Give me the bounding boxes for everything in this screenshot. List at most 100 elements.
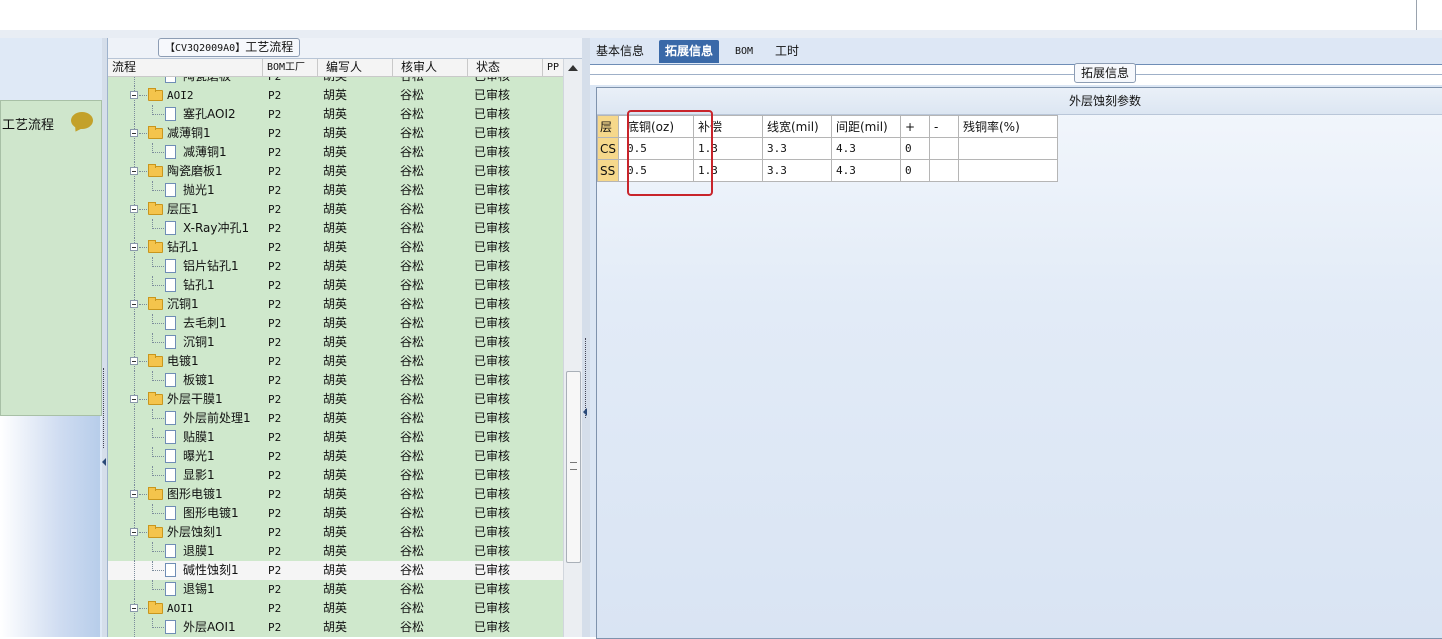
tree-row[interactable]: 钻孔1 P2 胡英 谷松 已审核	[108, 276, 563, 295]
tree-node[interactable]: 外层AOI1	[108, 618, 263, 637]
tree-row[interactable]: 电镀1 P2 胡英 谷松 已审核	[108, 352, 563, 371]
column-header-writer[interactable]: 编写人	[318, 59, 393, 76]
tree-row[interactable]: 外层前处理1 P2 胡英 谷松 已审核	[108, 409, 563, 428]
tree-row[interactable]: 去毛刺1 P2 胡英 谷松 已审核	[108, 314, 563, 333]
right-splitter[interactable]	[582, 38, 590, 637]
tree-node[interactable]: 显影1	[108, 466, 263, 485]
tree-node[interactable]: 减薄铜1	[108, 124, 263, 143]
tree-node[interactable]: 沉铜1	[108, 333, 263, 352]
cell-plus[interactable]: 0	[900, 159, 930, 182]
tree-node[interactable]: 退膜1	[108, 542, 263, 561]
tree-row[interactable]: 抛光1 P2 胡英 谷松 已审核	[108, 181, 563, 200]
tree-node[interactable]: 陶瓷磨板	[108, 77, 263, 86]
tree-node[interactable]: 碱性蚀刻1	[108, 561, 263, 580]
tree-scrollbar[interactable]	[563, 59, 582, 637]
tree-node[interactable]: 外层前处理1	[108, 409, 263, 428]
tree-row[interactable]: AOI1 P2 胡英 谷松 已审核	[108, 599, 563, 618]
tree-node[interactable]: AOI1	[108, 599, 263, 618]
tree-row[interactable]: 减薄铜1 P2 胡英 谷松 已审核	[108, 124, 563, 143]
tree-node[interactable]: 层压1	[108, 200, 263, 219]
scrollbar-thumb[interactable]	[566, 371, 581, 563]
tree-node[interactable]: 去毛刺1	[108, 314, 263, 333]
tree-node[interactable]: 钻孔1	[108, 238, 263, 257]
tree-row[interactable]: 退锡1 P2 胡英 谷松 已审核	[108, 580, 563, 599]
column-header-pp[interactable]: PP	[543, 59, 563, 76]
tree-node[interactable]: 退锡1	[108, 580, 263, 599]
collapse-toggle-icon[interactable]	[130, 395, 138, 403]
tab-work-hours[interactable]: 工时	[769, 40, 805, 63]
scroll-up-arrow-icon[interactable]	[568, 65, 578, 71]
tab-basic-info[interactable]: 基本信息	[590, 40, 650, 63]
splitter-grip[interactable]	[585, 338, 588, 418]
tree-row[interactable]: 碱性蚀刻1 P2 胡英 谷松 已审核	[108, 561, 563, 580]
tree-node[interactable]: 铝片钻孔1	[108, 257, 263, 276]
tree-node[interactable]: 图形电镀1	[108, 504, 263, 523]
column-header-bom-factory[interactable]: BOM工厂	[263, 59, 318, 76]
cell-plus[interactable]: 0	[900, 137, 930, 160]
cell-spacing[interactable]: 4.3	[831, 159, 901, 182]
tree-row[interactable]: 沉铜1 P2 胡英 谷松 已审核	[108, 333, 563, 352]
splitter-grip[interactable]	[103, 368, 106, 448]
collapse-toggle-icon[interactable]	[130, 357, 138, 365]
col-header-layer[interactable]: 层	[597, 115, 619, 138]
tree-node[interactable]: 曝光1	[108, 447, 263, 466]
column-header-status[interactable]: 状态	[468, 59, 543, 76]
tree-node[interactable]: 贴膜1	[108, 428, 263, 447]
tree-node[interactable]: 塞孔AOI2	[108, 105, 263, 124]
tree-row[interactable]: 塞孔AOI2 P2 胡英 谷松 已审核	[108, 105, 563, 124]
col-header-spacing[interactable]: 间距(mil)	[831, 115, 901, 138]
col-header-plus[interactable]: +	[900, 115, 930, 138]
tree-row[interactable]: 显影1 P2 胡英 谷松 已审核	[108, 466, 563, 485]
tree-row[interactable]: 铝片钻孔1 P2 胡英 谷松 已审核	[108, 257, 563, 276]
tree-node[interactable]: AOI2	[108, 86, 263, 105]
cell-residual-copper[interactable]	[958, 137, 1058, 160]
cell-line-width[interactable]: 3.3	[762, 159, 832, 182]
collapse-left-arrow-icon[interactable]	[102, 458, 106, 466]
nav-item-process-flow[interactable]: 工艺流程	[0, 100, 102, 416]
collapse-toggle-icon[interactable]	[130, 300, 138, 308]
collapse-toggle-icon[interactable]	[130, 604, 138, 612]
tree-node[interactable]: 图形电镀1	[108, 485, 263, 504]
cell-residual-copper[interactable]	[958, 159, 1058, 182]
tree-row[interactable]: 层压1 P2 胡英 谷松 已审核	[108, 200, 563, 219]
collapse-toggle-icon[interactable]	[130, 91, 138, 99]
collapse-toggle-icon[interactable]	[130, 167, 138, 175]
tree-node[interactable]: 板镀1	[108, 371, 263, 390]
tree-row[interactable]: 陶瓷磨板 P2 胡英谷松已审核	[108, 77, 563, 86]
collapse-toggle-icon[interactable]	[130, 205, 138, 213]
tree-row[interactable]: 沉铜1 P2 胡英 谷松 已审核	[108, 295, 563, 314]
collapse-toggle-icon[interactable]	[130, 528, 138, 536]
cell-minus[interactable]	[929, 137, 959, 160]
tree-node[interactable]: 沉铜1	[108, 295, 263, 314]
tree-row[interactable]: 陶瓷磨板1 P2 胡英 谷松 已审核	[108, 162, 563, 181]
tree-node[interactable]: 电镀1	[108, 352, 263, 371]
tree-row[interactable]: 图形电镀1 P2 胡英 谷松 已审核	[108, 485, 563, 504]
tree-node[interactable]: 减薄铜1	[108, 143, 263, 162]
tab-extended-info[interactable]: 拓展信息	[659, 40, 720, 63]
tree-node[interactable]: 抛光1	[108, 181, 263, 200]
tree-node[interactable]: X-Ray冲孔1	[108, 219, 263, 238]
tree-node[interactable]: 钻孔1	[108, 276, 263, 295]
tree-node[interactable]: 外层干膜1	[108, 390, 263, 409]
col-header-residual-copper[interactable]: 残铜率(%)	[958, 115, 1058, 138]
collapse-toggle-icon[interactable]	[130, 129, 138, 137]
cell-spacing[interactable]: 4.3	[831, 137, 901, 160]
tree-row[interactable]: X-Ray冲孔1 P2 胡英 谷松 已审核	[108, 219, 563, 238]
tree-node[interactable]: 外层蚀刻1	[108, 523, 263, 542]
collapse-toggle-icon[interactable]	[130, 243, 138, 251]
tree-row[interactable]: 曝光1 P2 胡英 谷松 已审核	[108, 447, 563, 466]
collapse-toggle-icon[interactable]	[130, 490, 138, 498]
column-header-flow[interactable]: 流程	[108, 59, 263, 76]
tree-node[interactable]: 陶瓷磨板1	[108, 162, 263, 181]
tree-row[interactable]: 外层AOI1 P2 胡英 谷松 已审核	[108, 618, 563, 637]
col-header-line-width[interactable]: 线宽(mil)	[762, 115, 832, 138]
tab-bom[interactable]: BOM	[729, 40, 759, 63]
cell-line-width[interactable]: 3.3	[762, 137, 832, 160]
col-header-minus[interactable]: -	[929, 115, 959, 138]
collapse-arrow-icon[interactable]	[583, 408, 587, 416]
column-header-reviewer[interactable]: 核审人	[393, 59, 468, 76]
tree-row[interactable]: 图形电镀1 P2 胡英 谷松 已审核	[108, 504, 563, 523]
tree-row[interactable]: 贴膜1 P2 胡英 谷松 已审核	[108, 428, 563, 447]
tree-row[interactable]: 退膜1 P2 胡英 谷松 已审核	[108, 542, 563, 561]
tree-row[interactable]: AOI2 P2 胡英 谷松 已审核	[108, 86, 563, 105]
